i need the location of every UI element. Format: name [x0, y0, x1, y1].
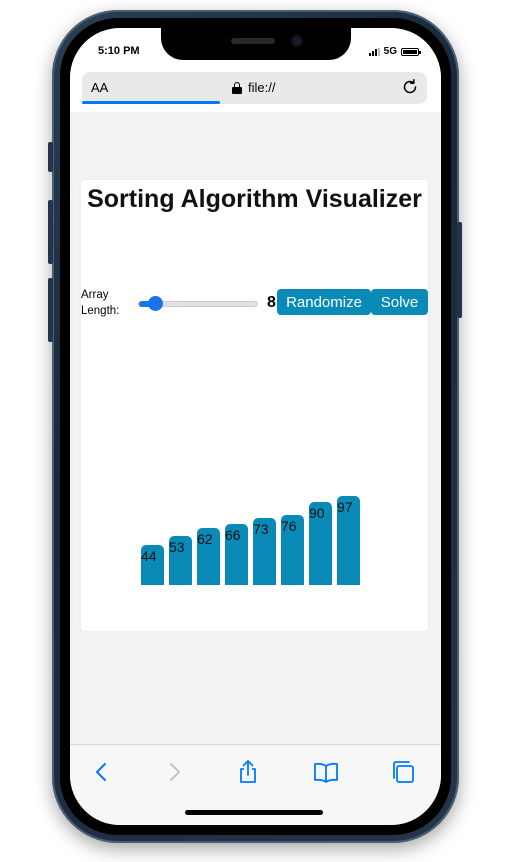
page-title: Sorting Algorithm Visualizer: [87, 185, 422, 213]
web-content: Sorting Algorithm Visualizer Array Lengt…: [70, 112, 441, 744]
bar-label-6: 90: [309, 505, 325, 522]
bar-4: 73: [253, 517, 276, 585]
speaker-grille: [231, 38, 275, 44]
address-bar-area: AA file://: [70, 72, 441, 112]
randomize-button[interactable]: Randomize: [277, 289, 371, 315]
signal-icon: [368, 47, 380, 56]
bar-label-3: 66: [225, 527, 241, 544]
bookmarks-icon[interactable]: [313, 759, 339, 785]
back-icon[interactable]: [89, 759, 115, 785]
url-text: file://: [248, 80, 276, 95]
network-label: 5G: [383, 46, 397, 57]
forward-icon[interactable]: [161, 759, 187, 785]
slider-thumb[interactable]: [147, 296, 163, 311]
bar-5: 76: [281, 515, 304, 585]
bar-6: 90: [309, 502, 332, 585]
lock-icon: [232, 81, 242, 94]
bar-label-7: 97: [337, 498, 353, 515]
phone-screen: 5:10 PM 5G AA file:// Sorting Algorithm …: [70, 28, 441, 825]
notch: [161, 28, 351, 60]
visualizer-card: Sorting Algorithm Visualizer Array Lengt…: [81, 180, 428, 631]
bar-0: 44: [141, 544, 164, 585]
bar-7: 97: [337, 495, 360, 585]
bar-label-5: 76: [281, 518, 297, 535]
text-size-button[interactable]: AA: [91, 80, 108, 95]
bar-label-1: 53: [169, 539, 185, 556]
bar-3: 66: [225, 524, 248, 585]
bar-1: 53: [169, 536, 192, 585]
power-button: [457, 222, 462, 318]
status-indicators: 5G: [368, 46, 421, 57]
bar-2: 62: [197, 527, 220, 585]
address-bar[interactable]: AA file://: [82, 72, 427, 104]
volume-up-button: [48, 200, 53, 264]
array-length-label: Array Length:: [81, 289, 120, 317]
tabs-icon[interactable]: [390, 759, 416, 785]
text-size-label: AA: [91, 80, 109, 95]
bar-label-4: 73: [253, 520, 269, 537]
page-load-progress: [82, 101, 220, 104]
solve-button[interactable]: Solve: [371, 289, 428, 315]
url-display[interactable]: file://: [232, 80, 275, 95]
bar-label-0: 44: [141, 547, 157, 564]
status-time: 5:10 PM: [98, 45, 140, 57]
battery-icon: [401, 47, 421, 56]
home-indicator: [185, 810, 323, 815]
bar-chart: 44 53 62 66 73 76 90 97: [141, 480, 366, 585]
bar-label-2: 62: [197, 530, 213, 547]
front-camera: [291, 35, 303, 47]
mute-switch: [48, 142, 53, 172]
share-icon[interactable]: [235, 759, 261, 785]
array-length-value: 8: [267, 294, 276, 311]
reload-icon[interactable]: [401, 78, 419, 96]
array-length-slider[interactable]: [138, 296, 258, 311]
controls-row: Array Length: 8 Randomize Solve: [81, 289, 428, 321]
volume-down-button: [48, 278, 53, 342]
